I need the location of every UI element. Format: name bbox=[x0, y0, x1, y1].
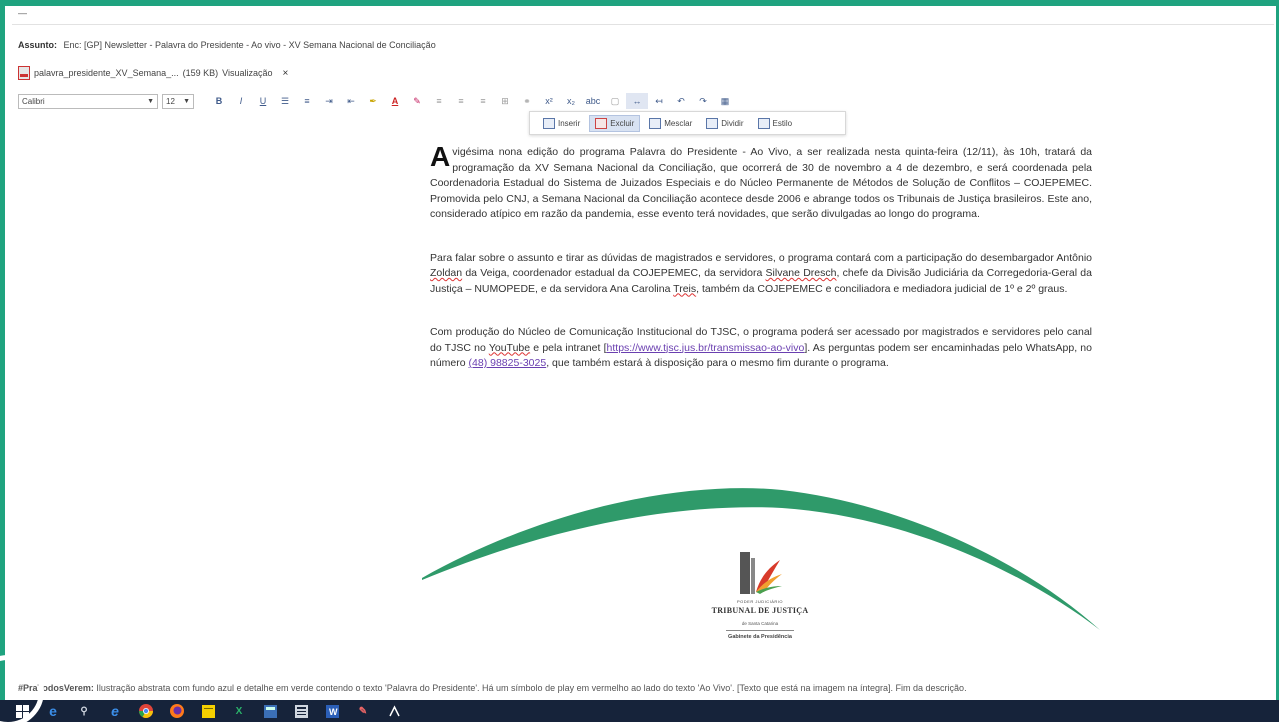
header-divider bbox=[12, 24, 1274, 25]
delete-button[interactable]: Excluir bbox=[589, 114, 641, 132]
spreadsheet-icon[interactable] bbox=[293, 704, 309, 718]
rtl-icon[interactable]: ↤ bbox=[648, 93, 670, 109]
paragraph-3: Com produção do Núcleo de Comunicação In… bbox=[430, 326, 1092, 369]
font-size-value: 12 bbox=[166, 96, 175, 106]
font-family-value: Calibri bbox=[22, 96, 45, 106]
editor-toolbar: Calibri ▼ 12 ▼ B I U ☰ ≡ ⇥ ⇤ ✒ A ✎ ≡ ≡ ≡… bbox=[18, 92, 736, 110]
email-body[interactable]: A vigésima nona edição do programa Palav… bbox=[430, 141, 1092, 372]
chevron-down-icon: ▼ bbox=[147, 97, 154, 105]
indent-icon[interactable]: ⇥ bbox=[318, 93, 340, 109]
calculator-icon[interactable] bbox=[262, 704, 278, 718]
table-merge-icon bbox=[649, 117, 662, 129]
merge-button[interactable]: Mesclar bbox=[644, 116, 697, 131]
svg-text:W: W bbox=[329, 707, 338, 717]
undo-icon[interactable]: ↶ bbox=[670, 93, 692, 109]
table-popup-menu: Inserir Excluir Mesclar Dividir Estilo bbox=[529, 111, 846, 135]
chevron-down-icon: ▼ bbox=[183, 97, 190, 105]
frame-border-left bbox=[0, 0, 5, 700]
intranet-link[interactable]: https://www.tjsc.jus.br/transmissao-ao-v… bbox=[607, 342, 805, 354]
logo-subtitle: de Santa Catarina bbox=[741, 621, 779, 626]
paragraph-1: A vigésima nona edição do programa Palav… bbox=[430, 141, 1092, 221]
excel-icon[interactable]: X bbox=[231, 704, 247, 718]
table-style-icon bbox=[757, 117, 770, 129]
pin-icon[interactable]: ⚲ bbox=[76, 704, 92, 718]
acrobat-icon[interactable] bbox=[386, 704, 402, 718]
bold-button[interactable]: B bbox=[208, 93, 230, 109]
logo-name: TRIBUNAL DE JUSTIÇA bbox=[711, 606, 809, 615]
frame-border-top bbox=[0, 0, 1279, 6]
outdent-icon[interactable]: ⇤ bbox=[340, 93, 362, 109]
firefox-icon[interactable] bbox=[169, 704, 185, 718]
style-button[interactable]: Estilo bbox=[753, 116, 798, 131]
subscript-icon[interactable]: x₂ bbox=[560, 93, 582, 109]
internet-explorer-icon[interactable]: e bbox=[107, 703, 123, 719]
numbered-list-icon[interactable]: ≡ bbox=[296, 93, 318, 109]
pdf-icon bbox=[18, 66, 30, 80]
paragraph-2: Para falar sobre o assunto e tirar as dú… bbox=[430, 251, 1092, 295]
clear-format-icon[interactable]: ✎ bbox=[406, 93, 428, 109]
strikethrough-icon[interactable]: abc bbox=[582, 93, 604, 109]
close-icon[interactable]: × bbox=[283, 68, 289, 79]
logo-department: Gabinete da Presidência bbox=[728, 634, 792, 640]
subject-label: Assunto: bbox=[18, 40, 57, 50]
phone-link[interactable]: (48) 98825-3025 bbox=[469, 357, 547, 369]
table-icon[interactable]: ⊞ bbox=[494, 93, 516, 109]
split-button[interactable]: Dividir bbox=[701, 116, 748, 131]
drop-cap: A bbox=[430, 141, 451, 172]
font-color-icon[interactable]: A bbox=[384, 93, 406, 109]
table-insert-icon bbox=[543, 117, 555, 129]
align-center-icon[interactable]: ≡ bbox=[450, 93, 472, 109]
align-right-icon[interactable]: ≡ bbox=[472, 93, 494, 109]
windows-taskbar: e ⚲ e X W ✎ bbox=[0, 700, 1279, 722]
image-icon[interactable]: ▢ bbox=[604, 93, 626, 109]
attachment[interactable]: palavra_presidente_XV_Semana_... (159 KB… bbox=[18, 66, 288, 80]
spelling-flag-silvane: Silvane Dresch bbox=[765, 267, 837, 279]
subject-text: Enc: [GP] Newsletter - Palavra do Presid… bbox=[63, 40, 436, 50]
alt-text-description: #PraTodosVerem: Ilustração abstrata com … bbox=[18, 683, 1268, 693]
table-delete-icon bbox=[595, 117, 608, 129]
alt-text-body: Ilustração abstrata com fundo azul e det… bbox=[93, 683, 967, 693]
paint-icon[interactable]: ✎ bbox=[355, 704, 371, 718]
spelling-flag-youtube: YouTube bbox=[488, 341, 531, 354]
attachment-preview-link[interactable]: Visualização bbox=[222, 68, 272, 78]
attachment-size: (159 KB) bbox=[182, 68, 219, 78]
highlight-icon[interactable]: ✒ bbox=[362, 93, 384, 109]
spelling-flag-zoldan: Zoldan bbox=[430, 267, 463, 279]
header-field: — bbox=[18, 8, 27, 18]
bullet-list-icon[interactable]: ☰ bbox=[274, 93, 296, 109]
redo-icon[interactable]: ↷ bbox=[692, 93, 714, 109]
chrome-icon[interactable] bbox=[138, 704, 154, 718]
font-size-select[interactable]: 12 ▼ bbox=[162, 93, 194, 109]
spelling-flag-treis: Treis bbox=[673, 282, 697, 295]
insert-button[interactable]: Inserir bbox=[538, 116, 585, 131]
attachment-name[interactable]: palavra_presidente_XV_Semana_... bbox=[34, 68, 179, 78]
sticky-notes-icon[interactable] bbox=[200, 704, 216, 718]
tjsc-logo: PODER JUDICIÁRIO TRIBUNAL DE JUSTIÇA de … bbox=[702, 548, 818, 648]
italic-button[interactable]: I bbox=[230, 93, 252, 109]
logo-subtitle-top: PODER JUDICIÁRIO bbox=[736, 599, 783, 604]
font-family-select[interactable]: Calibri ▼ bbox=[18, 93, 158, 109]
subject-row: Assunto: Enc: [GP] Newsletter - Palavra … bbox=[18, 40, 436, 50]
superscript-icon[interactable]: x² bbox=[538, 93, 560, 109]
align-left-icon[interactable]: ≡ bbox=[428, 93, 450, 109]
underline-button[interactable]: U bbox=[252, 93, 274, 109]
logo-rule bbox=[726, 630, 794, 631]
table-split-icon bbox=[706, 117, 719, 129]
table-properties-icon[interactable]: ▦ bbox=[714, 93, 736, 109]
edge-icon[interactable]: e bbox=[45, 703, 61, 719]
tjsc-emblem-icon bbox=[740, 552, 782, 594]
word-icon[interactable]: W bbox=[324, 704, 340, 718]
link-icon[interactable]: ⚭ bbox=[516, 93, 538, 109]
ltr-icon[interactable]: ↔ bbox=[626, 93, 648, 109]
